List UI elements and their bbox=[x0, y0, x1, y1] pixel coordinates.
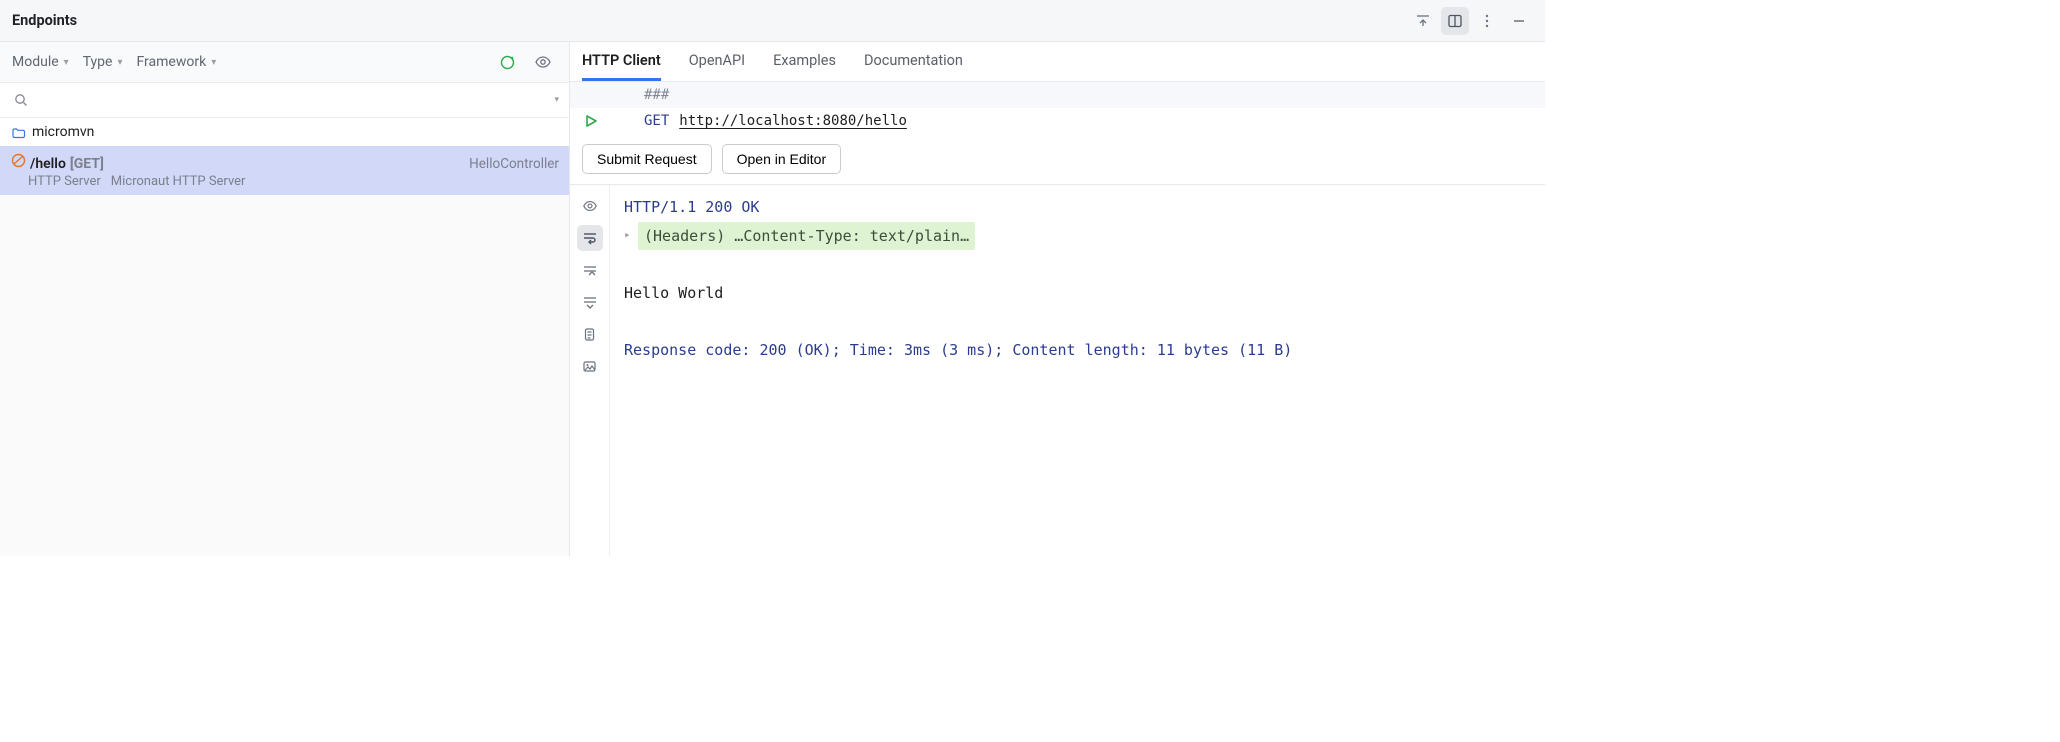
chevron-down-icon: ▾ bbox=[64, 57, 69, 68]
header-actions bbox=[1409, 7, 1533, 35]
search-row: ▾ bbox=[0, 82, 569, 118]
request-verb: GET bbox=[644, 113, 669, 129]
module-filter-label: Module bbox=[12, 54, 59, 70]
detail-tabs: HTTP Client OpenAPI Examples Documentati… bbox=[570, 42, 1545, 82]
endpoint-row[interactable]: /hello [GET] HelloController HTTP Server… bbox=[0, 146, 569, 195]
endpoint-path-label: /hello bbox=[30, 156, 66, 172]
response-body-text: Hello World bbox=[624, 279, 1531, 308]
response-gutter bbox=[570, 185, 610, 556]
tab-label: Documentation bbox=[864, 52, 963, 69]
search-input[interactable] bbox=[32, 93, 570, 108]
response-block: HTTP/1.1 200 OK ▸ (Headers) …Content-Typ… bbox=[570, 185, 1545, 556]
submit-request-button[interactable]: Submit Request bbox=[582, 144, 712, 174]
scroll-up-icon[interactable] bbox=[577, 257, 603, 283]
refresh-icon[interactable] bbox=[493, 48, 521, 76]
tool-window-header: Endpoints bbox=[0, 0, 1545, 42]
run-icon[interactable] bbox=[580, 114, 602, 128]
module-icon bbox=[10, 124, 26, 140]
response-headers-line[interactable]: ▸ (Headers) …Content-Type: text/plain… bbox=[624, 222, 1531, 251]
open-in-editor-button[interactable]: Open in Editor bbox=[722, 144, 842, 174]
chevron-down-icon: ▾ bbox=[554, 95, 559, 105]
response-status-line: HTTP/1.1 200 OK bbox=[624, 193, 1531, 222]
eye-icon[interactable] bbox=[529, 48, 557, 76]
tab-openapi[interactable]: OpenAPI bbox=[689, 42, 745, 81]
tab-http-client[interactable]: HTTP Client bbox=[582, 42, 661, 81]
framework-filter-label: Framework bbox=[137, 54, 207, 70]
request-url[interactable]: http://localhost:8080/hello bbox=[679, 113, 907, 129]
export-icon[interactable] bbox=[1409, 7, 1437, 35]
layout-toggle-icon[interactable] bbox=[1441, 7, 1469, 35]
request-editor: ### GET http://localhost:8080/hello Subm… bbox=[570, 82, 1545, 185]
headers-summary-text: …Content-Type: text/plain… bbox=[725, 227, 969, 245]
status-code-text: 200 OK bbox=[705, 198, 759, 216]
endpoint-server1-label: HTTP Server bbox=[28, 174, 101, 189]
endpoint-icon bbox=[10, 152, 26, 168]
wrap-icon[interactable] bbox=[577, 225, 603, 251]
module-name-label: micromvn bbox=[32, 124, 94, 140]
scroll-down-icon[interactable] bbox=[577, 289, 603, 315]
fold-icon[interactable]: ▸ bbox=[624, 225, 634, 246]
more-options-icon[interactable] bbox=[1473, 7, 1501, 35]
copy-icon[interactable] bbox=[577, 321, 603, 347]
chevron-down-icon: ▾ bbox=[117, 57, 122, 68]
details-right-pane: HTTP Client OpenAPI Examples Documentati… bbox=[570, 42, 1545, 556]
tab-label: OpenAPI bbox=[689, 52, 745, 69]
status-protocol: HTTP/1.1 bbox=[624, 198, 705, 216]
response-body: HTTP/1.1 200 OK ▸ (Headers) …Content-Typ… bbox=[610, 185, 1545, 556]
endpoints-tree: micromvn /hello [GET] HelloController bbox=[0, 118, 569, 556]
minimize-icon[interactable] bbox=[1505, 7, 1533, 35]
framework-filter-dropdown[interactable]: Framework ▾ bbox=[137, 54, 217, 70]
filter-bar: Module ▾ Type ▾ Framework ▾ bbox=[0, 42, 569, 82]
eye-icon[interactable] bbox=[577, 193, 603, 219]
type-filter-label: Type bbox=[83, 54, 113, 70]
type-filter-dropdown[interactable]: Type ▾ bbox=[83, 54, 123, 70]
tool-window-title: Endpoints bbox=[12, 12, 77, 29]
module-row[interactable]: micromvn bbox=[0, 118, 569, 146]
tab-examples[interactable]: Examples bbox=[773, 42, 836, 81]
endpoint-server2-label: Micronaut HTTP Server bbox=[111, 174, 246, 189]
headers-chip-label: (Headers) bbox=[644, 227, 725, 245]
endpoint-method-label: [GET] bbox=[70, 156, 104, 172]
endpoint-controller-label: HelloController bbox=[469, 156, 559, 172]
tab-label: Examples bbox=[773, 52, 836, 69]
request-delimiter: ### bbox=[644, 87, 669, 103]
image-icon[interactable] bbox=[577, 353, 603, 379]
tab-label: HTTP Client bbox=[582, 52, 661, 69]
chevron-down-icon: ▾ bbox=[211, 57, 216, 68]
tab-documentation[interactable]: Documentation bbox=[864, 42, 963, 81]
endpoints-left-pane: Module ▾ Type ▾ Framework ▾ bbox=[0, 42, 570, 556]
module-filter-dropdown[interactable]: Module ▾ bbox=[12, 54, 69, 70]
response-meta-line: Response code: 200 (OK); Time: 3ms (3 ms… bbox=[624, 336, 1531, 365]
search-icon[interactable] bbox=[10, 86, 32, 114]
